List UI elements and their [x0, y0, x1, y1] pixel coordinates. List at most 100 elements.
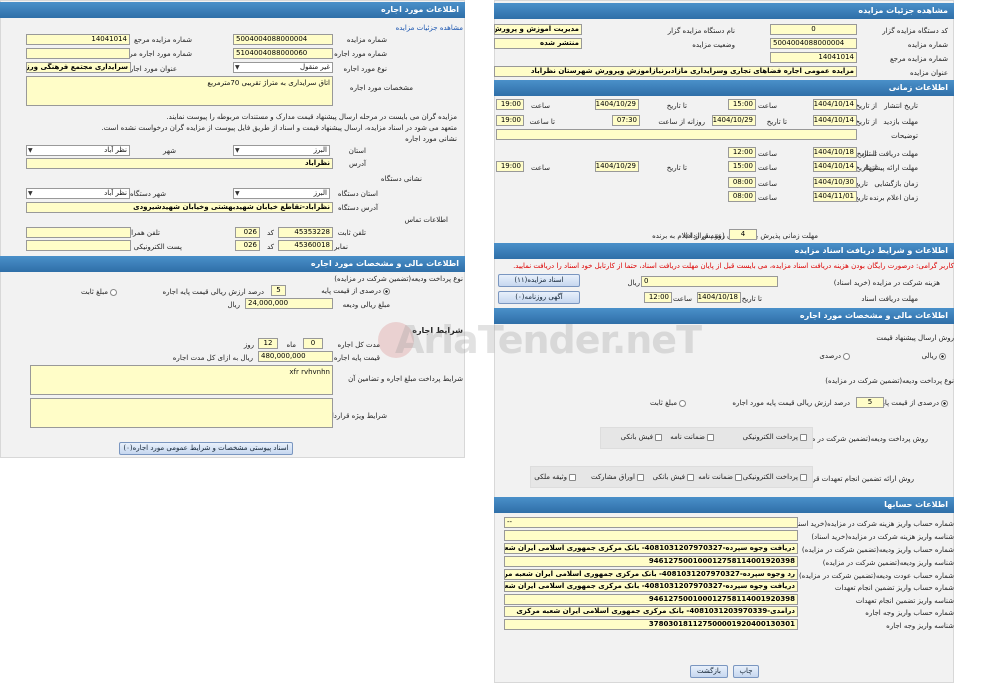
- r-fixed-amount-radio[interactable]: مبلغ ثابت: [650, 399, 686, 407]
- winner-hour-label: ساعت: [757, 194, 777, 202]
- perf-securities-checkbox[interactable]: اوراق مشارکت: [591, 473, 644, 481]
- winner-label: زمان اعلام برنده: [869, 194, 918, 202]
- perf-property-checkbox[interactable]: وثیقه ملکی: [534, 473, 576, 481]
- percent-offer-radio[interactable]: درصدی: [819, 352, 850, 360]
- guar-letter-label: ضمانت نامه: [670, 433, 705, 441]
- publish-to-hour: 19:00: [496, 99, 524, 110]
- r-percent-base-label: درصدی از قیمت پایه: [879, 399, 939, 407]
- visit-to-date: 1404/10/29: [712, 115, 756, 126]
- auction-no-label: شماره مزایده: [346, 36, 387, 44]
- doc-deadline-hour: 12:00: [728, 147, 756, 158]
- r-percent-base-radio[interactable]: درصدی از قیمت پایه: [879, 399, 948, 407]
- print-button[interactable]: چاپ: [733, 665, 759, 678]
- subject-label: عنوان مزایده: [909, 69, 948, 77]
- free-docs-warning: کاربر گرامی: درصورت رایگان بودن هزینه در…: [513, 262, 954, 270]
- auction-no-field: 5004004088000004: [233, 34, 333, 45]
- publish-from-hour-label: ساعت: [757, 102, 777, 110]
- special-conditions-textarea: [30, 398, 333, 428]
- acc7-field: 946127500100012758114001920398: [504, 594, 798, 605]
- visit-to-hour-label: تا ساعت: [529, 118, 555, 126]
- lease-address-section: نشانی مورد اجاره: [405, 135, 457, 143]
- acc4-field: 946127500100012758114001920398: [504, 556, 798, 567]
- acc5-field: رد وجوه سپرده-4081031207970327- بانک مرک…: [504, 569, 798, 580]
- payment-conditions-textarea: xfr rvhvnhn: [30, 365, 333, 395]
- org-city-select[interactable]: ▼ نظر آباد: [26, 188, 130, 199]
- phone-code-label: کد: [266, 229, 274, 237]
- chevron-down-icon: ▼: [28, 147, 33, 154]
- perf-check-label: فیش بانکی: [652, 473, 685, 481]
- r-deposit-type-label: نوع پرداخت ودیعه(تضمین شرکت در مزایده): [825, 377, 954, 385]
- lease-attachments-button[interactable]: اسناد پیوستی مشخصات و شرایط عمومی مورد ا…: [119, 442, 293, 455]
- percent-base-radio[interactable]: درصدی از قیمت پایه: [321, 287, 390, 295]
- r-percent-base-text: درصد ارزش ریالی قیمت پایه مورد اجاره: [732, 399, 850, 407]
- doc-deadline-hour-label: ساعت: [757, 150, 777, 158]
- phone-label: تلفن ثابت: [337, 229, 366, 237]
- visit-label: مهلت بازدید: [883, 118, 918, 126]
- contact-section: اطلاعات تماس: [404, 216, 449, 224]
- rial-offer-radio[interactable]: ریالی: [922, 352, 946, 360]
- city-label: شهر: [163, 147, 176, 155]
- accept-days-field: 4: [729, 229, 757, 240]
- ref-no-field: 14041014: [26, 34, 130, 45]
- status-label: وضعیت مزایده: [692, 41, 735, 49]
- acc3-field: دریافت وجوه سپرده-4081031207970327- بانک…: [504, 543, 798, 554]
- acc1-field: --: [504, 517, 798, 528]
- perf-check-checkbox[interactable]: فیش بانکی: [653, 473, 694, 481]
- base-price-suffix: ریال به ازای کل مدت اجاره: [172, 354, 253, 362]
- days-label: روز: [243, 341, 254, 349]
- r-percent-base-field: 5: [856, 397, 884, 408]
- watermark: AriaTender.neT: [395, 318, 702, 362]
- mobile-field: [26, 227, 131, 238]
- deposit-type-label: نوع پرداخت ودیعه(تضمین شرکت در مزایده): [334, 275, 463, 283]
- doc-deadline-to-label: تا تاریخ: [856, 150, 877, 158]
- note-2: متعهد می شود در اسناد مزایده، ارسال پیشن…: [101, 124, 457, 132]
- spec-label: مشخصات مورد اجاره: [349, 84, 413, 92]
- percent-base-field: 5: [271, 285, 286, 296]
- lease-ref-label: شماره مورد اجاره مرجع: [121, 50, 192, 58]
- province-select[interactable]: ▼ البرز: [233, 145, 330, 156]
- back-button[interactable]: بازگشت: [690, 665, 728, 678]
- base-price-label: قیمت پایه اجاره: [333, 354, 380, 362]
- publish-to-hour-label: ساعت: [530, 102, 550, 110]
- auction-docs-button[interactable]: اسناد مزایده(۱۱): [498, 274, 580, 287]
- lease-title-field: سرایداری مجتمع فرهنگی ورزشی: [26, 62, 131, 73]
- guar-letter-checkbox[interactable]: ضمانت نامه: [670, 433, 714, 441]
- visit-daily-hour: 07:30: [612, 115, 640, 126]
- org-city-label: شهر دستگاه: [130, 190, 166, 198]
- address-field: نظرآباد: [26, 158, 333, 169]
- acc4-label: شناسه واریز ودیعه(تضمین شرکت در مزایده): [822, 559, 954, 567]
- chevron-down-icon: ▼: [235, 147, 240, 154]
- perf-electronic-checkbox[interactable]: پرداخت الکترونیکی: [743, 473, 807, 481]
- city-select[interactable]: ▼ نظر آباد: [26, 145, 130, 156]
- email-field: [26, 240, 131, 251]
- lease-type-select[interactable]: ▼ غیر منقول: [233, 62, 333, 73]
- org-address-label: آدرس دستگاه: [338, 204, 378, 212]
- guar-check-label: فیش بانکی: [620, 433, 653, 441]
- chevron-down-icon: ▼: [28, 190, 33, 197]
- perf-electronic-label: پرداخت الکترونیکی: [742, 473, 798, 481]
- org-name-label: نام دستگاه مزایده گزار: [667, 27, 735, 35]
- days-field: 12: [258, 338, 278, 349]
- fixed-amount-radio-label: مبلغ ثابت: [80, 288, 108, 296]
- guar-electronic-label: پرداخت الکترونیکی: [742, 433, 798, 441]
- org-code-field: 0: [770, 24, 857, 35]
- guar-electronic-checkbox[interactable]: پرداخت الکترونیکی: [743, 433, 807, 441]
- perf-letter-checkbox[interactable]: ضمانت نامه: [698, 473, 742, 481]
- org-address-field: نظرآباد-تقاطع خیابان شهیدبهشتی وخیابان ش…: [26, 202, 333, 213]
- city-value: نظر آباد: [104, 146, 127, 154]
- org-address-section: نشانی دستگاه: [380, 175, 422, 183]
- doc-get-to-label: تا تاریخ: [741, 295, 762, 303]
- doc-get-hour-label: ساعت: [672, 295, 692, 303]
- auction-details-link[interactable]: مشاهده جزئیات مزایده: [396, 24, 463, 32]
- perf-securities-label: اوراق مشارکت: [590, 473, 635, 481]
- fixed-amount-radio[interactable]: مبلغ ثابت: [81, 288, 117, 296]
- opening-label: زمان بازگشایی: [874, 180, 918, 188]
- guar-check-checkbox[interactable]: فیش بانکی: [621, 433, 662, 441]
- acc5-label: شماره حساب عودت ودیعه(تضمین شرکت در مزای…: [798, 572, 954, 580]
- offer-to-date: 1404/10/29: [595, 161, 639, 172]
- doc-fee-field: 0: [641, 276, 778, 287]
- org-province-select[interactable]: ▼ البرز: [233, 188, 330, 199]
- deposit-amount-field: 24,000,000: [245, 298, 333, 309]
- chevron-down-icon: ▼: [235, 64, 240, 71]
- newspaper-ad-button[interactable]: آگهی روزنامه(۰): [498, 291, 580, 304]
